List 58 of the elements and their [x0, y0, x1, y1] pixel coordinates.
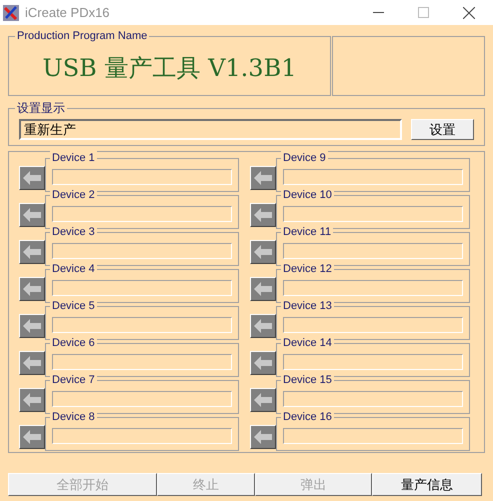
- arrow-button[interactable]: [250, 240, 276, 264]
- minimize-icon[interactable]: [373, 12, 384, 14]
- left-arrow-icon: [23, 392, 41, 406]
- left-arrow-icon: [23, 170, 41, 184]
- device-label: Device 12: [281, 262, 334, 276]
- device-label: Device 7: [50, 372, 97, 386]
- left-arrow-icon: [23, 356, 41, 370]
- device-label: Device 15: [281, 372, 334, 386]
- arrow-button[interactable]: [19, 276, 45, 300]
- device-label: Device 9: [281, 150, 328, 164]
- arrow-button[interactable]: [250, 388, 276, 412]
- left-arrow-icon: [23, 244, 41, 258]
- tools-icon: [3, 4, 19, 20]
- action-button[interactable]: 量产信息: [372, 473, 482, 496]
- arrow-button[interactable]: [250, 314, 276, 338]
- left-arrow-icon: [23, 208, 41, 222]
- group-legend: 设置显示: [15, 101, 67, 115]
- device-label: Device 4: [50, 262, 97, 276]
- close-icon[interactable]: [463, 6, 475, 18]
- left-arrow-icon: [254, 208, 272, 222]
- left-arrow-icon: [23, 282, 41, 296]
- left-arrow-icon: [254, 356, 272, 370]
- arrow-button[interactable]: [19, 388, 45, 412]
- device-label: Device 1: [50, 150, 97, 164]
- arrow-button[interactable]: [19, 350, 45, 374]
- device-label: Device 5: [50, 298, 97, 312]
- left-arrow-icon: [254, 282, 272, 296]
- arrow-button[interactable]: [19, 166, 45, 190]
- device-label: Device 13: [281, 298, 334, 312]
- left-arrow-icon: [23, 430, 41, 444]
- device-label: Device 3: [50, 224, 97, 238]
- settings-button[interactable]: 设置: [411, 118, 474, 140]
- device-label: Device 16: [281, 410, 334, 424]
- left-arrow-icon: [254, 318, 272, 332]
- group-legend: Production Program Name: [15, 29, 150, 43]
- arrow-button[interactable]: [250, 276, 276, 300]
- device-label: Device 2: [50, 188, 97, 202]
- device-label: Device 8: [50, 410, 97, 424]
- device-label: Device 14: [281, 336, 334, 350]
- left-arrow-icon: [254, 392, 272, 406]
- settings-field[interactable]: 重新生产: [19, 118, 402, 140]
- left-arrow-icon: [254, 244, 272, 258]
- device-label: Device 6: [50, 336, 97, 350]
- left-arrow-icon: [254, 430, 272, 444]
- device-label: Device 10: [281, 188, 334, 202]
- arrow-button[interactable]: [250, 350, 276, 374]
- left-arrow-icon: [254, 170, 272, 184]
- arrow-button[interactable]: [19, 202, 45, 226]
- arrow-button[interactable]: [250, 166, 276, 190]
- program-name: USB 量产工具 V1.3B1: [42, 53, 296, 84]
- window-title: iCreate PDx16: [25, 4, 110, 22]
- arrow-button[interactable]: [19, 314, 45, 338]
- left-arrow-icon: [23, 318, 41, 332]
- arrow-button[interactable]: [250, 202, 276, 226]
- arrow-button[interactable]: [19, 424, 45, 448]
- arrow-button[interactable]: [250, 424, 276, 448]
- arrow-button[interactable]: [19, 240, 45, 264]
- device-label: Device 11: [281, 224, 334, 238]
